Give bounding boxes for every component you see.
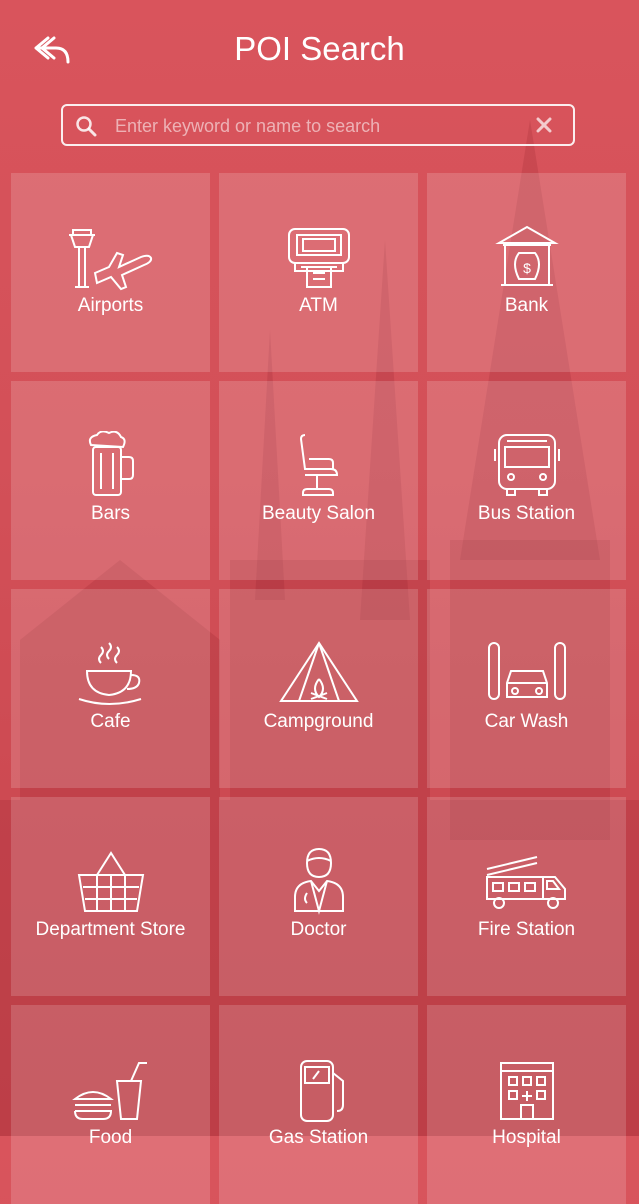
category-tile-beauty-salon[interactable]: Beauty Salon xyxy=(219,381,418,580)
category-label: ATM xyxy=(299,295,338,316)
category-tile-doctor[interactable]: Doctor xyxy=(219,797,418,996)
category-label: Hospital xyxy=(492,1127,561,1148)
search-input[interactable] xyxy=(113,110,527,142)
category-tile-bars[interactable]: Bars xyxy=(11,381,210,580)
category-tile-airports[interactable]: Airports xyxy=(11,173,210,372)
category-label: Bars xyxy=(90,503,131,524)
atm-icon xyxy=(287,228,350,288)
coffee-cup-icon xyxy=(78,642,141,705)
svg-text:$: $ xyxy=(523,260,531,276)
category-label: Beauty Salon xyxy=(261,503,376,524)
fire-truck-icon xyxy=(485,856,566,909)
bank-icon: $ xyxy=(494,225,559,286)
gas-pump-icon xyxy=(299,1060,344,1122)
category-label: Gas Station xyxy=(268,1127,369,1148)
category-tile-car-wash[interactable]: Car Wash xyxy=(427,589,626,788)
beer-mug-icon xyxy=(88,431,134,496)
category-tile-bank[interactable]: $ Bank xyxy=(427,173,626,372)
category-tile-campground[interactable]: Campground xyxy=(219,589,418,788)
clear-x-icon[interactable] xyxy=(533,114,555,136)
category-tile-fire-station[interactable]: Fire Station xyxy=(427,797,626,996)
category-label: Food xyxy=(88,1127,133,1148)
category-label: Bank xyxy=(504,295,549,316)
page-title: POI Search xyxy=(234,30,405,67)
category-tile-cafe[interactable]: Cafe xyxy=(11,589,210,788)
category-label: Campground xyxy=(263,711,374,732)
category-label: Car Wash xyxy=(484,711,569,732)
category-tile-atm[interactable]: ATM xyxy=(219,173,418,372)
category-label: Cafe xyxy=(90,711,131,732)
car-wash-icon xyxy=(487,642,566,700)
category-tile-department-store[interactable]: Department Store xyxy=(11,797,210,996)
hospital-icon xyxy=(499,1062,554,1120)
tent-icon xyxy=(278,641,359,702)
shopping-basket-icon xyxy=(77,851,144,912)
category-label: Doctor xyxy=(290,919,347,940)
category-label: Airports xyxy=(77,295,144,316)
burger-drink-icon xyxy=(71,1062,147,1120)
category-label: Bus Station xyxy=(477,503,576,524)
category-label: Department Store xyxy=(35,919,186,940)
category-tile-hospital[interactable]: Hospital xyxy=(427,1005,626,1204)
header: POI Search xyxy=(0,0,639,100)
category-tile-bus-station[interactable]: Bus Station xyxy=(427,381,626,580)
airport-icon xyxy=(68,229,152,291)
category-tile-food[interactable]: Food xyxy=(11,1005,210,1204)
category-label: Fire Station xyxy=(477,919,576,940)
salon-chair-icon xyxy=(299,434,338,496)
bus-icon xyxy=(493,434,560,496)
doctor-icon xyxy=(293,847,344,915)
magnifier-icon xyxy=(76,116,97,137)
search-bar[interactable] xyxy=(61,104,575,146)
category-tile-gas-station[interactable]: Gas Station xyxy=(219,1005,418,1204)
